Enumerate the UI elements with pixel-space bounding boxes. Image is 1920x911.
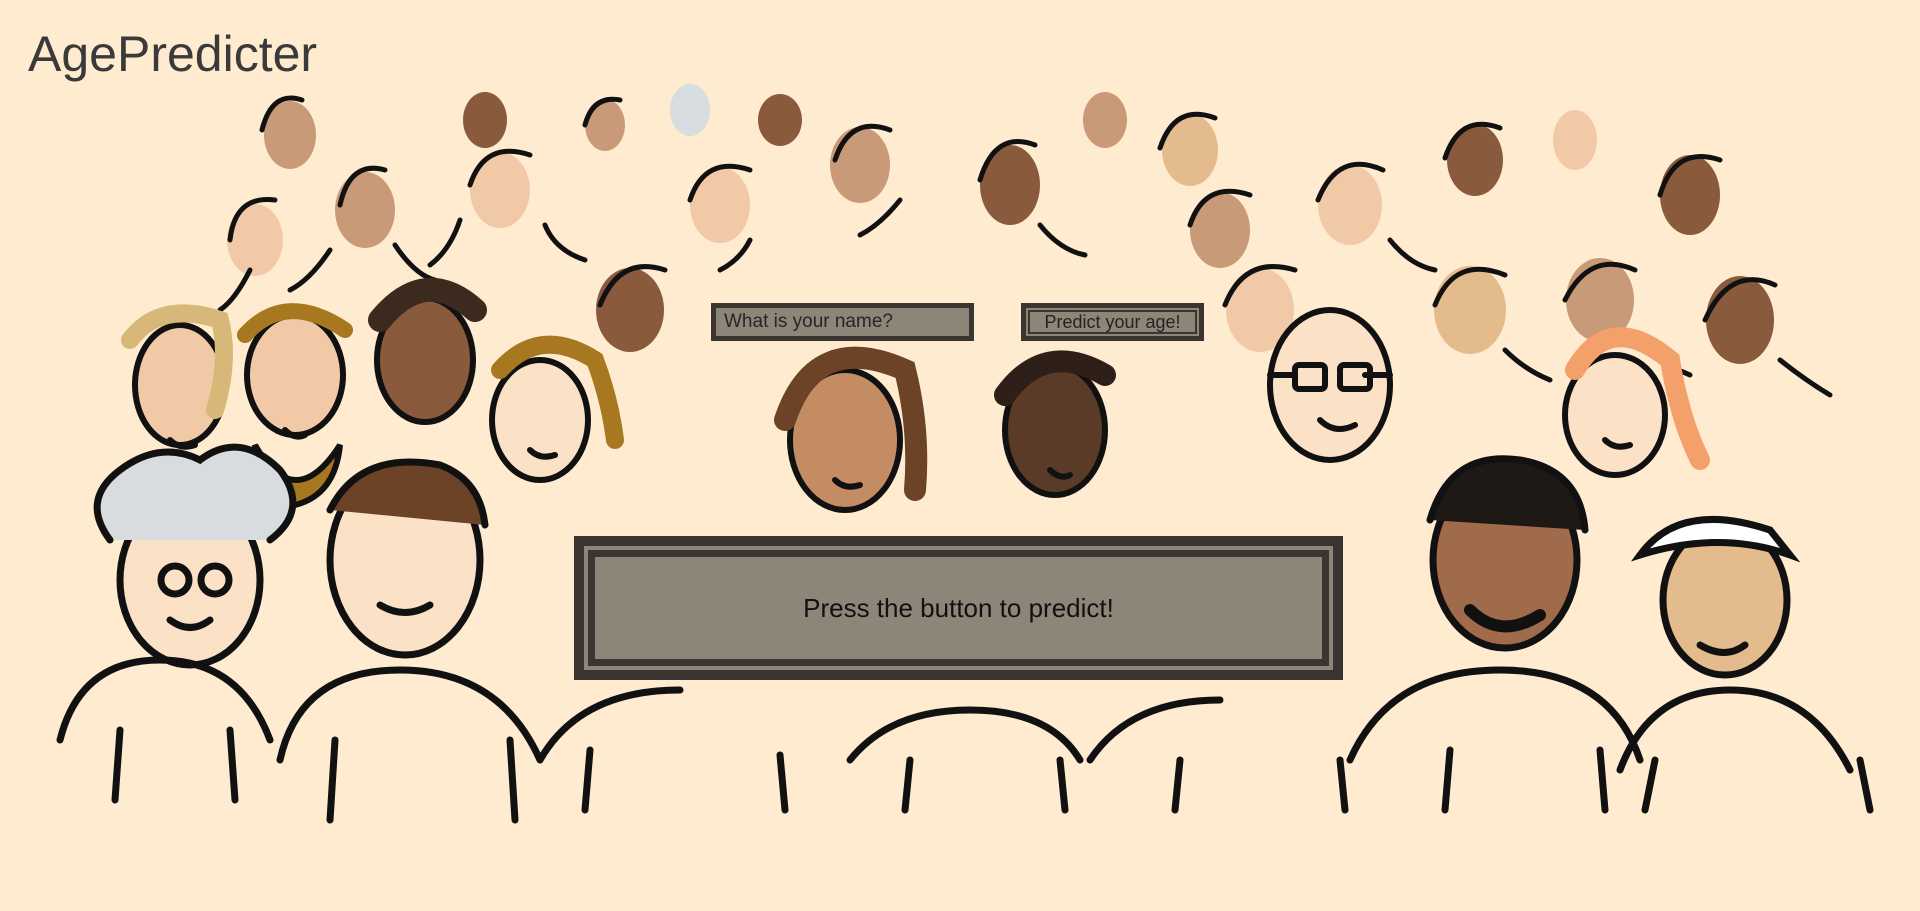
predict-age-button[interactable]: Predict your age! [1021, 303, 1204, 341]
name-input[interactable] [711, 303, 974, 341]
result-message: Press the button to predict! [803, 592, 1114, 623]
result-panel: Press the button to predict! [574, 536, 1343, 680]
crowd-illustration [0, 0, 1920, 911]
page: AgePredicter Predict your age! Press the… [0, 0, 1920, 911]
app-title: AgePredicter [28, 26, 318, 82]
result-panel-inner: Press the button to predict! [588, 550, 1329, 666]
